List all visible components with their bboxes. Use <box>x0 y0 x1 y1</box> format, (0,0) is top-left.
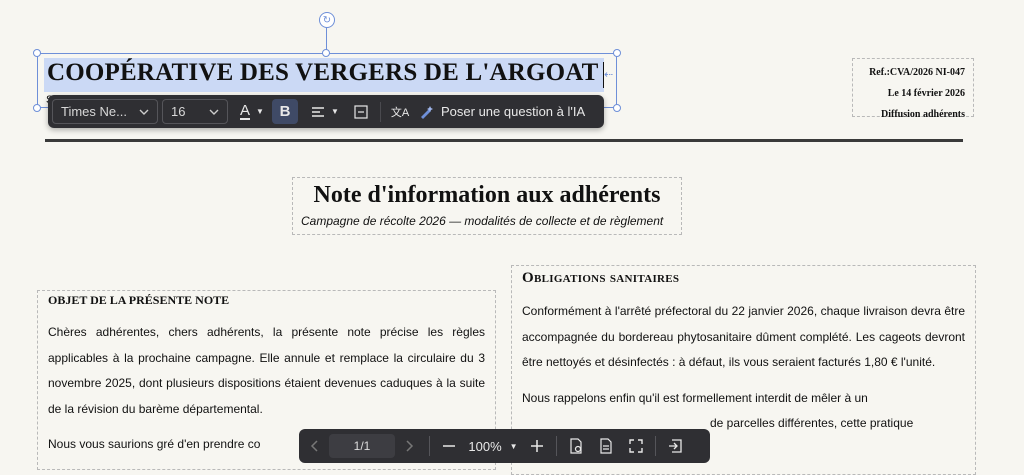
page-search-icon <box>570 438 582 454</box>
ask-ai-button[interactable]: Poser une question à l'IA <box>415 99 595 124</box>
reference-date: Le 14 février 2026 <box>887 88 965 99</box>
text-box-icon <box>354 104 368 119</box>
toolbar-divider <box>429 436 430 456</box>
chevron-left-icon <box>310 440 318 452</box>
resize-handle-top-left[interactable] <box>33 49 41 57</box>
insert-box-button[interactable] <box>346 99 376 124</box>
reference-number: Ref.:CVA/2026 NI-047 <box>869 67 965 78</box>
plus-icon <box>531 440 543 452</box>
bold-button[interactable]: B <box>272 99 298 124</box>
resize-handle-top-right[interactable] <box>613 49 621 57</box>
align-button[interactable]: ▼ <box>304 99 346 124</box>
zoom-in-button[interactable] <box>522 433 552 459</box>
page-view-button[interactable] <box>591 433 621 459</box>
bold-icon: B <box>279 103 291 120</box>
toolbar-divider <box>380 101 381 122</box>
translate-button[interactable]: 文A <box>385 99 415 124</box>
header-divider <box>45 139 963 142</box>
search-document-button[interactable] <box>561 433 591 459</box>
note-title: Note d'information aux adhérents <box>313 182 661 208</box>
exit-panel-button[interactable] <box>660 433 690 459</box>
ask-ai-label: Poser une question à l'IA <box>441 104 586 119</box>
reference-diffusion: Diffusion adhérents <box>881 109 965 120</box>
translate-icon: 文A <box>390 106 410 119</box>
caret-down-icon: ▼ <box>509 441 518 451</box>
move-cursor-icon: ⇠ <box>604 68 614 81</box>
resize-handle-top[interactable] <box>322 49 330 57</box>
text-color-icon: A <box>240 101 251 120</box>
next-page-button[interactable] <box>395 433 425 459</box>
zoom-level: 100% <box>468 438 502 454</box>
expand-icon <box>629 439 643 453</box>
page-indicator[interactable]: 1/1 <box>329 434 395 458</box>
rotate-handle-icon[interactable]: ↻ <box>319 12 335 28</box>
align-left-icon <box>312 106 325 117</box>
left-section-heading: OBJET DE LA PRÉSENTE NOTE <box>48 293 230 307</box>
note-title-block[interactable]: Note d'information aux adhérents Campagn… <box>292 177 682 235</box>
chevron-right-icon <box>406 440 414 452</box>
chevron-down-icon <box>209 109 219 115</box>
reference-block[interactable]: Ref.:CVA/2026 NI-047 Le 14 février 2026 … <box>852 58 974 120</box>
right-paragraph-2-line-1: Nous rappelons enfin qu'il est formellem… <box>522 390 868 405</box>
caret-down-icon: ▼ <box>256 107 264 116</box>
caret-down-icon: ▼ <box>331 107 339 116</box>
page-navigation-toolbar: 1/1 100% ▼ <box>299 429 710 463</box>
right-paragraph-1: Conformément à l'arrêté préfectoral du 2… <box>522 304 965 369</box>
font-size-select[interactable]: 16 <box>162 99 228 124</box>
previous-page-button[interactable] <box>299 433 329 459</box>
note-subtitle: Campagne de récolte 2026 — modalités de … <box>301 214 664 228</box>
document-icon <box>600 438 612 454</box>
left-paragraph-1: Chères adhérentes, chers adhérents, la p… <box>48 325 485 416</box>
format-toolbar: Times Ne... 16 A ▼ B ▼ 文A Poser une ques… <box>48 95 604 128</box>
collapse-panel-icon <box>669 439 682 453</box>
toolbar-divider <box>655 436 656 456</box>
toolbar-divider <box>556 436 557 456</box>
text-color-button[interactable]: A ▼ <box>232 99 272 124</box>
font-family-value: Times Ne... <box>61 104 127 119</box>
right-section-heading: Obligations sanitaires <box>522 270 680 286</box>
ai-sparkle-icon <box>421 105 433 119</box>
zoom-select[interactable]: 100% ▼ <box>464 439 522 454</box>
fullscreen-button[interactable] <box>621 433 651 459</box>
zoom-out-button[interactable] <box>434 433 464 459</box>
minus-icon <box>443 445 455 447</box>
resize-handle-bottom-right[interactable] <box>613 104 621 112</box>
font-size-value: 16 <box>171 104 186 119</box>
resize-handle-bottom-left[interactable] <box>33 104 41 112</box>
chevron-down-icon <box>139 109 149 115</box>
font-family-select[interactable]: Times Ne... <box>52 99 158 124</box>
